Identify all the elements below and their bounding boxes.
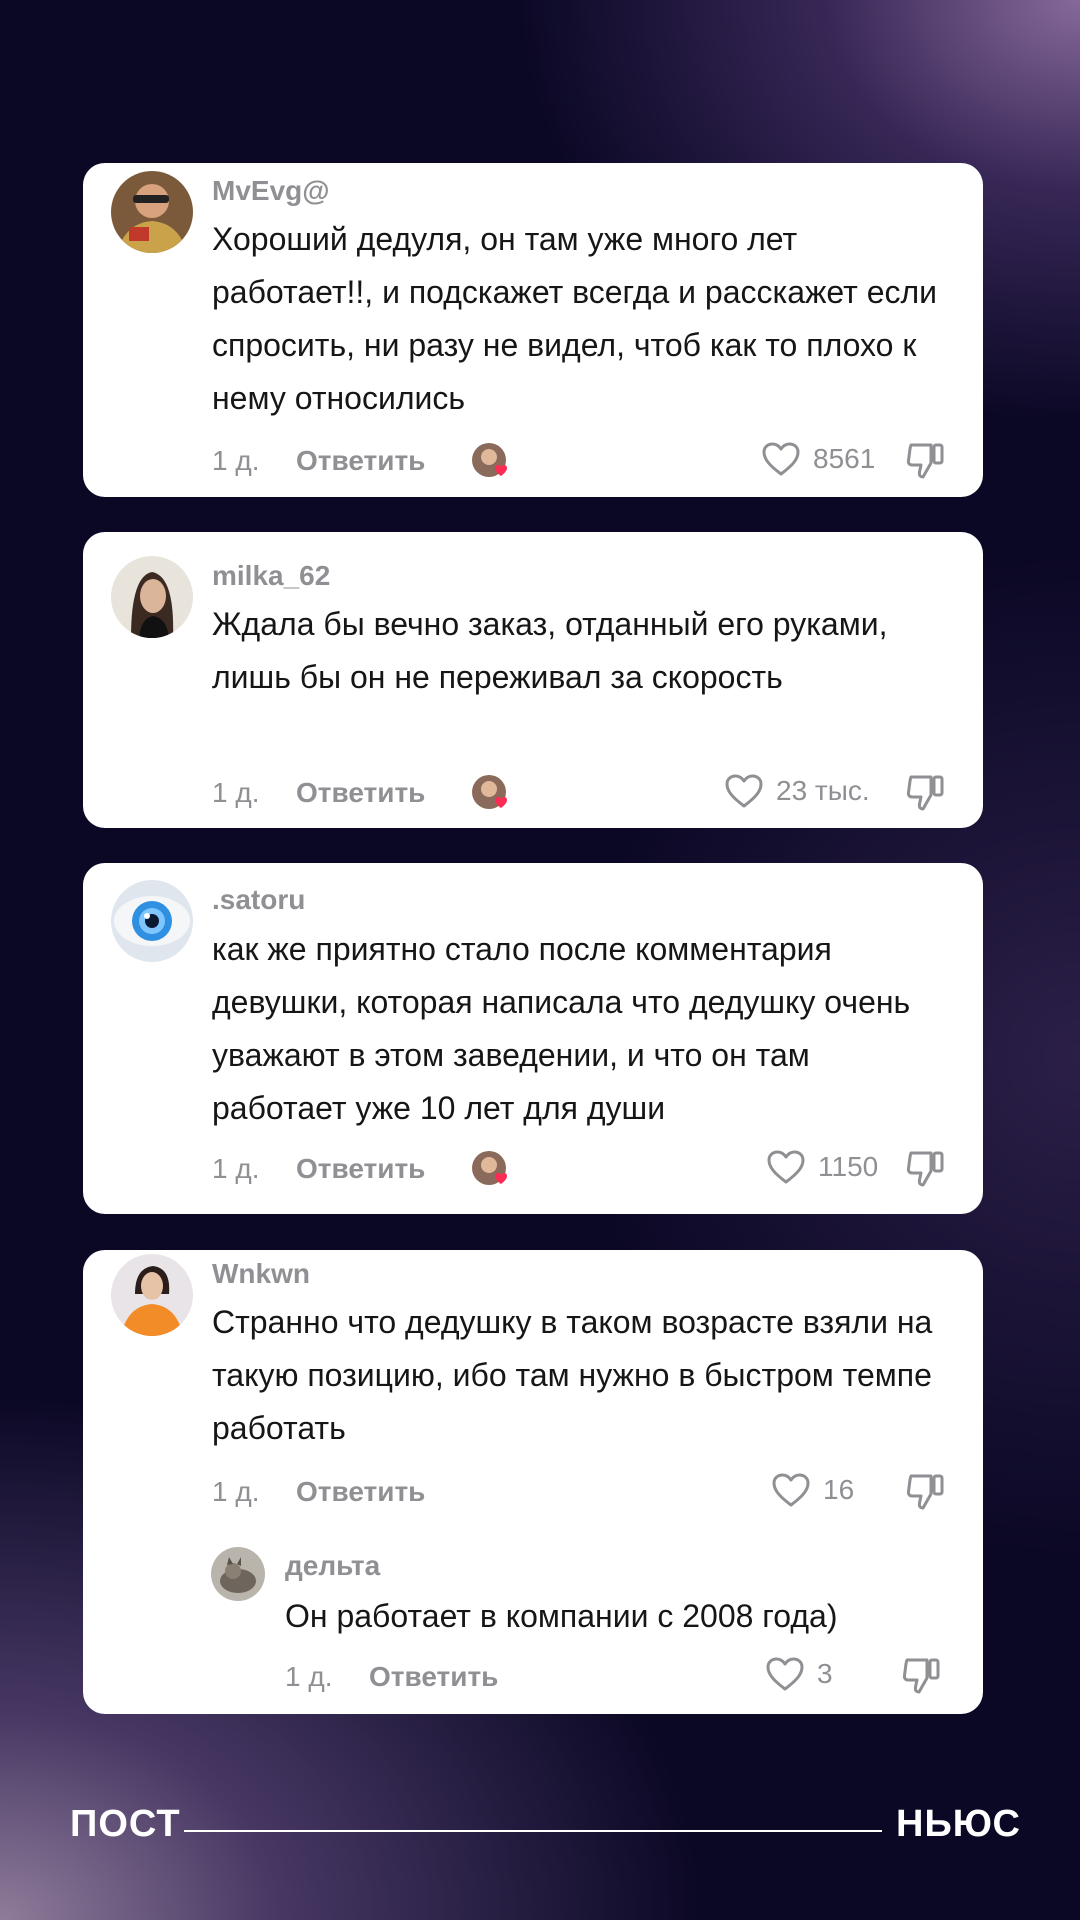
like-button[interactable]: 3 bbox=[765, 1656, 833, 1692]
dislike-button[interactable] bbox=[905, 1472, 947, 1517]
comment-username[interactable]: MvEvg@ bbox=[212, 175, 330, 207]
footer-divider bbox=[184, 1830, 882, 1832]
like-button[interactable]: 8561 bbox=[761, 441, 875, 477]
heart-icon bbox=[762, 442, 800, 476]
comment-card: MvEvg@ Хороший дедуля, он там уже много … bbox=[83, 163, 983, 497]
like-count: 23 тыс. bbox=[776, 775, 870, 806]
avatar[interactable] bbox=[111, 556, 193, 638]
reply-button[interactable]: Ответить bbox=[369, 1661, 498, 1693]
reply-button[interactable]: Ответить bbox=[296, 445, 425, 477]
like-count: 3 bbox=[817, 1658, 833, 1689]
comment-text: как же приятно стало после комментария д… bbox=[212, 931, 911, 1126]
like-button[interactable]: 23 тыс. bbox=[724, 773, 870, 809]
comment-text: Хороший дедуля, он там уже много лет раб… bbox=[212, 221, 938, 416]
creator-liked-avatar bbox=[471, 1150, 507, 1186]
reply-username[interactable]: дельта bbox=[285, 1550, 380, 1582]
creator-liked-avatar bbox=[471, 442, 507, 478]
footer-brand-left: ПОСТ bbox=[70, 1803, 181, 1845]
thumbs-down-icon bbox=[906, 1151, 944, 1187]
comment-time: 1 д. bbox=[212, 1153, 260, 1184]
reply-text: Он работает в компании с 2008 года) bbox=[285, 1598, 838, 1634]
like-button[interactable]: 16 bbox=[771, 1472, 854, 1508]
dislike-button[interactable] bbox=[901, 1656, 943, 1701]
thumbs-down-icon bbox=[906, 443, 944, 479]
like-count: 8561 bbox=[813, 443, 876, 474]
dislike-button[interactable] bbox=[905, 441, 947, 486]
comment-text: Странно что дедушку в таком возрасте взя… bbox=[212, 1304, 933, 1446]
comment-time: 1 д. bbox=[212, 445, 260, 476]
avatar[interactable] bbox=[111, 880, 193, 962]
reply-avatar[interactable] bbox=[211, 1547, 265, 1601]
like-count: 16 bbox=[823, 1474, 855, 1505]
heart-icon bbox=[767, 1150, 805, 1184]
footer-brand-right: НЬЮС bbox=[896, 1803, 1021, 1845]
comment-username[interactable]: .satoru bbox=[212, 884, 305, 916]
comment-card: Wnkwn Странно что дедушку в таком возрас… bbox=[83, 1250, 983, 1714]
avatar[interactable] bbox=[111, 1254, 193, 1336]
comment-text: Ждала бы вечно заказ, отданный его рукам… bbox=[212, 606, 888, 695]
comment-card: milka_62 Ждала бы вечно заказ, отданный … bbox=[83, 532, 983, 828]
heart-icon bbox=[772, 1473, 810, 1507]
reply-time: 1 д. bbox=[285, 1661, 333, 1692]
thumbs-down-icon bbox=[906, 1474, 944, 1510]
dislike-button[interactable] bbox=[905, 773, 947, 818]
avatar[interactable] bbox=[111, 171, 193, 253]
heart-icon bbox=[725, 774, 763, 808]
like-button[interactable]: 1150 bbox=[766, 1149, 878, 1185]
reply-button[interactable]: Ответить bbox=[296, 1153, 425, 1185]
thumbs-down-icon bbox=[902, 1658, 940, 1694]
comment-username[interactable]: Wnkwn bbox=[212, 1258, 310, 1290]
creator-liked-avatar bbox=[471, 774, 507, 810]
comment-time: 1 д. bbox=[212, 1476, 260, 1507]
comment-card: .satoru как же приятно стало после комме… bbox=[83, 863, 983, 1214]
heart-icon bbox=[766, 1657, 804, 1691]
thumbs-down-icon bbox=[906, 775, 944, 811]
reply-button[interactable]: Ответить bbox=[296, 1476, 425, 1508]
reply-button[interactable]: Ответить bbox=[296, 777, 425, 809]
comment-username[interactable]: milka_62 bbox=[212, 560, 330, 592]
like-count: 1150 bbox=[818, 1151, 879, 1182]
dislike-button[interactable] bbox=[905, 1149, 947, 1194]
comment-time: 1 д. bbox=[212, 777, 260, 808]
